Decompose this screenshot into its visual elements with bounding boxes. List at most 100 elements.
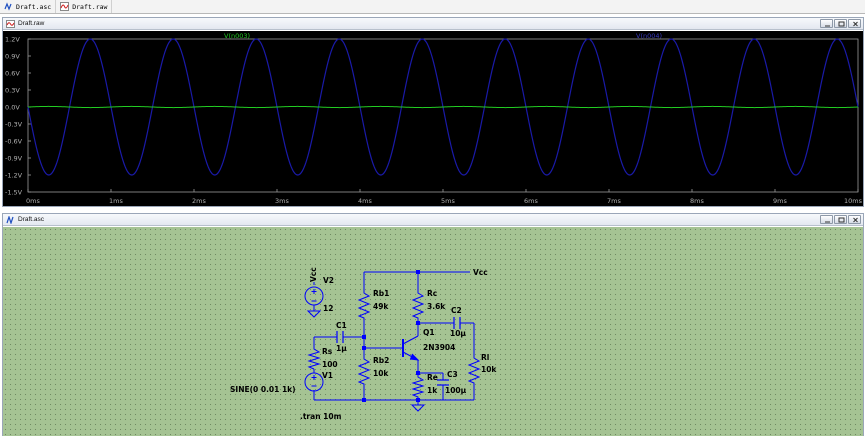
- schematic-drawing: Vcc V2 12 Vcc Rb1 49k Rc 3.6k C2 10µ C1 …: [230, 267, 497, 421]
- c3-value: 100µ: [445, 386, 467, 395]
- waveform-plot: 1.2V 0.9V 0.6V 0.3V 0.0V -0.3V -0.6V -0.9V -1.2V…: [5, 32, 863, 205]
- tab-label: Draft.raw: [72, 2, 108, 11]
- x-tick-label: 2ms: [192, 197, 206, 205]
- junction-dots: [362, 270, 420, 402]
- rb1-name: Rb1: [373, 289, 389, 298]
- x-tick-label: 10ms: [844, 197, 863, 205]
- window-title: Draft.asc: [18, 216, 45, 223]
- y-tick-label: -0.6V: [5, 138, 23, 146]
- minimize-icon: [825, 25, 830, 27]
- close-button[interactable]: [848, 19, 861, 28]
- rs-name: Rs: [322, 347, 333, 356]
- close-icon: [853, 217, 858, 223]
- schematic-icon: [4, 2, 12, 11]
- c2-value: 10µ: [450, 329, 466, 338]
- capacitor-c3[interactable]: [437, 379, 449, 386]
- y-tick-label: 0.9V: [5, 53, 20, 61]
- transistor-q1[interactable]: [402, 335, 420, 361]
- tab-label: Draft.asc: [16, 2, 52, 11]
- window-title: Draft.raw: [18, 20, 45, 27]
- v2-name: V2: [323, 276, 334, 285]
- ltspice-app: Draft.asc Draft.raw Draft.raw 1.2V 0.9V …: [0, 0, 865, 437]
- y-tick-label: 1.2V: [5, 36, 20, 44]
- x-tick-label: 1ms: [109, 197, 123, 205]
- capacitor-c1[interactable]: [336, 331, 344, 343]
- y-tick-label: -0.9V: [5, 155, 23, 163]
- waveform-plot-area[interactable]: 1.2V 0.9V 0.6V 0.3V 0.0V -0.3V -0.6V -0.9V -1.2V…: [3, 31, 863, 206]
- rc-name: Rc: [427, 289, 437, 298]
- trace-v-n003[interactable]: [27, 105, 859, 109]
- waveform-window-titlebar[interactable]: Draft.raw: [3, 18, 863, 30]
- rc-value: 3.6k: [427, 302, 446, 311]
- x-tick-label: 5ms: [441, 197, 455, 205]
- voltage-source-v1[interactable]: [304, 372, 324, 392]
- q1-model: 2N3904: [423, 343, 455, 352]
- tab-draft-raw[interactable]: Draft.raw: [56, 0, 113, 13]
- maximize-button[interactable]: [834, 19, 847, 28]
- x-tick-label: 0ms: [26, 197, 40, 205]
- close-button[interactable]: [848, 215, 861, 224]
- voltage-source-v2[interactable]: [304, 286, 324, 311]
- re-value: 1k: [427, 386, 438, 395]
- re-name: Re: [427, 373, 438, 382]
- vcc-net-label: Vcc: [473, 268, 488, 277]
- rl-name: Rl: [481, 353, 489, 362]
- x-tick-label: 4ms: [358, 197, 372, 205]
- minimize-icon: [825, 221, 830, 223]
- resistor-rl[interactable]: [467, 354, 481, 386]
- rl-value: 10k: [481, 365, 497, 374]
- y-tick-label: -0.3V: [5, 121, 23, 129]
- resistor-rb2[interactable]: [357, 355, 371, 387]
- resistor-rb1[interactable]: [357, 289, 371, 321]
- trace-label-v-n004[interactable]: V(n004): [636, 32, 662, 40]
- rb2-name: Rb2: [373, 356, 389, 365]
- schematic-icon: [6, 215, 14, 224]
- rs-value: 100: [322, 360, 338, 369]
- document-tab-bar: Draft.asc Draft.raw: [0, 0, 865, 14]
- y-tick-label: 0.3V: [5, 87, 20, 95]
- x-tick-label: 3ms: [275, 197, 289, 205]
- c1-value: 1µ: [336, 344, 347, 353]
- c3-name: C3: [447, 370, 458, 379]
- minimize-button[interactable]: [820, 215, 833, 224]
- ground-icon: [410, 404, 426, 412]
- resistor-rs[interactable]: [307, 345, 321, 370]
- tab-draft-asc[interactable]: Draft.asc: [0, 0, 57, 13]
- schematic-canvas[interactable]: Vcc V2 12 Vcc Rb1 49k Rc 3.6k C2 10µ C1 …: [3, 227, 863, 436]
- maximize-button[interactable]: [834, 215, 847, 224]
- y-axis-ticks: 1.2V 0.9V 0.6V 0.3V 0.0V -0.3V -0.6V -0.9V -1.2V…: [5, 36, 31, 197]
- q1-name: Q1: [423, 328, 435, 337]
- trace-label-v-n003[interactable]: V(n003): [224, 32, 250, 40]
- ground-icon: [306, 310, 322, 318]
- x-tick-label: 7ms: [607, 197, 621, 205]
- rb1-value: 49k: [373, 302, 389, 311]
- minimize-button[interactable]: [820, 19, 833, 28]
- rb2-value: 10k: [373, 369, 389, 378]
- close-icon: [853, 21, 858, 27]
- y-tick-label: 0.6V: [5, 70, 20, 78]
- y-tick-label: -1.2V: [5, 172, 23, 180]
- capacitor-c2[interactable]: [453, 317, 461, 329]
- spice-directive[interactable]: .tran 10m: [300, 412, 342, 421]
- v1-name: V1: [322, 371, 333, 380]
- schematic-window-titlebar[interactable]: Draft.asc: [3, 214, 863, 226]
- x-tick-label: 9ms: [773, 197, 787, 205]
- x-axis-ticks: 0ms 1ms 2ms 3ms 4ms 5ms 6ms 7ms 8ms 9ms 10ms: [26, 189, 863, 205]
- x-tick-label: 8ms: [690, 197, 704, 205]
- y-tick-label: 0.0V: [5, 104, 20, 112]
- x-tick-label: 6ms: [524, 197, 538, 205]
- waveform-icon: [60, 2, 70, 11]
- maximize-icon: [838, 21, 845, 27]
- plot-frame: [27, 38, 859, 193]
- schematic-window: Draft.asc Vcc V2 12 Vcc Rb1 49k Rc 3.6k …: [2, 213, 864, 436]
- resistor-re[interactable]: [411, 373, 425, 400]
- vcc-source-label: Vcc: [309, 267, 318, 282]
- maximize-icon: [838, 217, 845, 223]
- waveform-window: Draft.raw 1.2V 0.9V 0.6V 0.3V 0.0V -0.3V -0.6V…: [2, 17, 864, 207]
- c2-name: C2: [451, 306, 462, 315]
- v2-value: 12: [323, 304, 333, 313]
- resistor-rc[interactable]: [411, 289, 425, 321]
- y-tick-label: -1.5V: [5, 189, 23, 197]
- c1-name: C1: [336, 321, 347, 330]
- v1-value: SINE(0 0.01 1k): [230, 385, 296, 394]
